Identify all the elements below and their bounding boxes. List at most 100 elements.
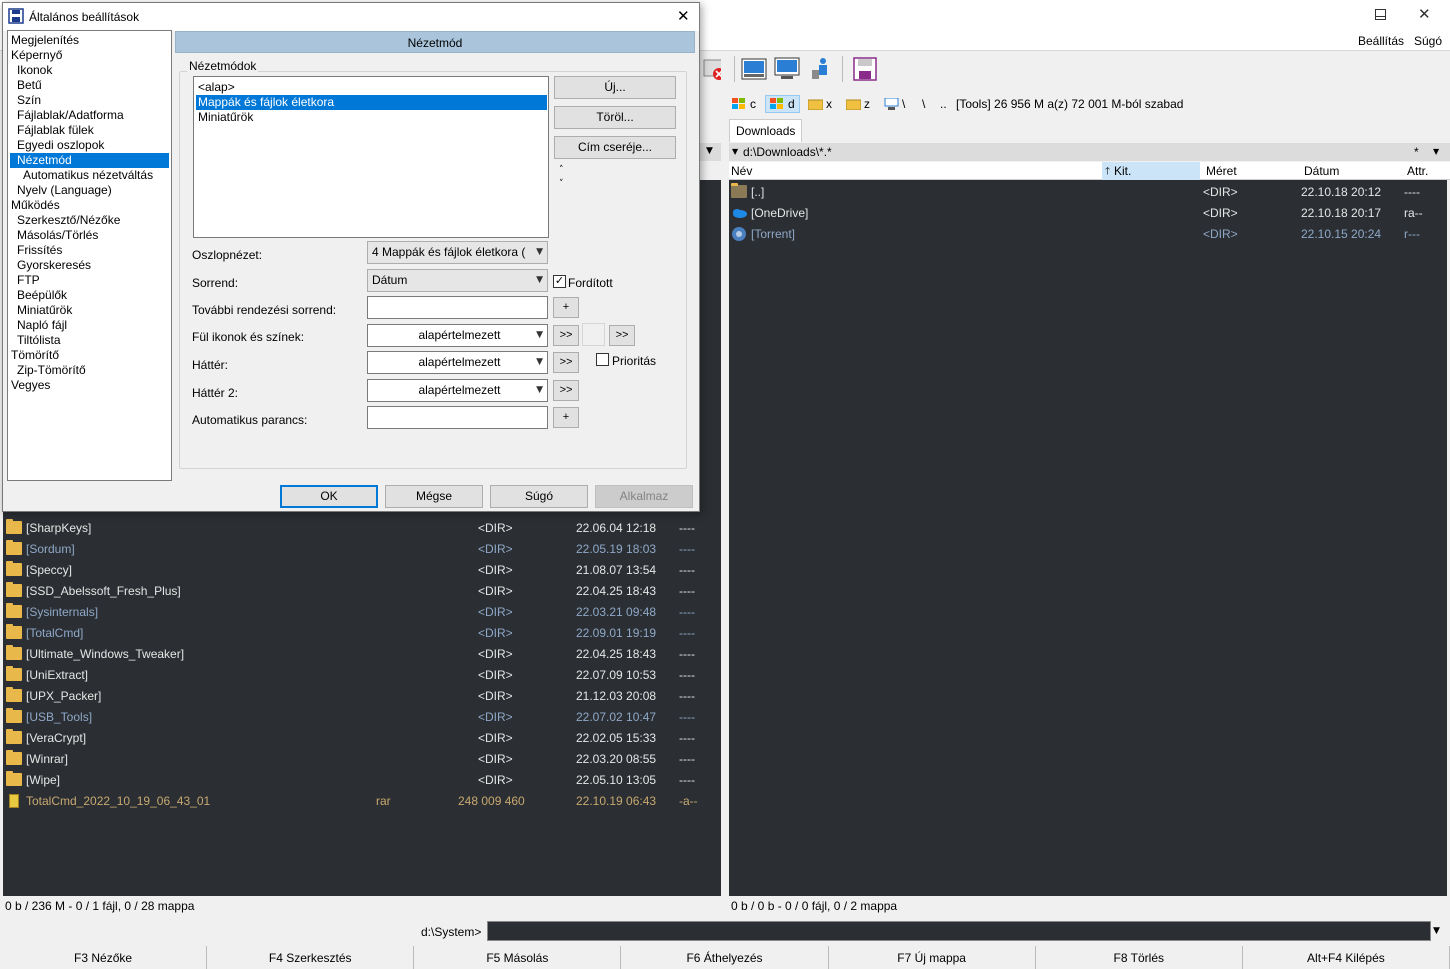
- table-row[interactable]: [Speccy] <DIR> 21.08.07 13:54 ----: [6, 559, 718, 580]
- apply-button[interactable]: Alkalmaz: [595, 485, 693, 508]
- table-row[interactable]: [Sordum] <DIR> 22.05.19 18:03 ----: [6, 538, 718, 559]
- col-ext[interactable]: Kit.: [1114, 164, 1131, 178]
- drive-z-button[interactable]: z: [846, 95, 870, 113]
- reverse-checkbox[interactable]: ✓: [553, 275, 566, 288]
- table-row[interactable]: [SSD_Abelssoft_Fresh_Plus] <DIR> 22.04.25 …: [6, 580, 718, 601]
- menu-help[interactable]: Súgó: [1414, 34, 1442, 48]
- fkey-button[interactable]: F5 Másolás: [414, 946, 622, 969]
- full-view-icon[interactable]: [774, 56, 800, 82]
- col-date[interactable]: Dátum: [1304, 164, 1339, 178]
- chevron-down-icon[interactable]: ▼: [732, 147, 738, 156]
- table-row[interactable]: [Wipe] <DIR> 22.05.10 13:05 ----: [6, 769, 718, 790]
- tree-item[interactable]: Nézetmód: [10, 153, 169, 168]
- drive-c-button[interactable]: c: [732, 95, 756, 113]
- tree-item[interactable]: Fájlablak fülek: [8, 123, 94, 138]
- fkey-button[interactable]: F4 Szerkesztés: [207, 946, 415, 969]
- move-up-icon[interactable]: ˄: [559, 164, 564, 176]
- fkey-button[interactable]: Alt+F4 Kilépés: [1243, 946, 1450, 969]
- tree-item[interactable]: Napló fájl: [8, 318, 67, 333]
- cancel-button[interactable]: Mégse: [385, 485, 483, 508]
- background2-more-button[interactable]: >>: [553, 380, 579, 401]
- col-name[interactable]: Név: [731, 164, 752, 178]
- table-row[interactable]: [SharpKeys] <DIR> 22.06.04 12:18 ----: [6, 517, 718, 538]
- list-item[interactable]: [..] <DIR> 22.10.18 20:12 ----: [731, 181, 1445, 202]
- table-row[interactable]: [Winrar] <DIR> 22.03.20 08:55 ----: [6, 748, 718, 769]
- table-row[interactable]: [UPX_Packer] <DIR> 21.12.03 20:08 ----: [6, 685, 718, 706]
- tree-item[interactable]: Egyedi oszlopok: [8, 138, 104, 153]
- tree-item[interactable]: Gyorskeresés: [8, 258, 91, 273]
- list-item[interactable]: [Torrent] <DIR> 22.10.15 20:24 r---: [731, 223, 1445, 244]
- table-row[interactable]: [Sysinternals] <DIR> 22.03.21 09:48 ----: [6, 601, 718, 622]
- tree-item[interactable]: Betű: [8, 78, 42, 93]
- save-icon[interactable]: [852, 56, 878, 82]
- tree-item[interactable]: Tiltólista: [8, 333, 61, 348]
- tree-item[interactable]: Megjelenítés: [8, 33, 79, 48]
- left-history-button[interactable]: ▼: [700, 143, 722, 161]
- table-row[interactable]: [UniExtract] <DIR> 22.07.09 10:53 ----: [6, 664, 718, 685]
- table-row[interactable]: [VeraCrypt] <DIR> 22.02.05 15:33 ----: [6, 727, 718, 748]
- move-down-icon[interactable]: ˅: [559, 178, 564, 190]
- tree-item[interactable]: Fájlablak/Adatforma: [8, 108, 124, 123]
- tab-icons-select[interactable]: alapértelmezett ▼: [367, 324, 548, 347]
- list-item-selected[interactable]: Mappák és fájlok életkora: [196, 95, 547, 110]
- tree-item[interactable]: Zip-Tömörítő: [8, 363, 86, 378]
- right-file-panel[interactable]: [729, 180, 1447, 896]
- rename-mode-button[interactable]: Cím cseréje...: [554, 136, 676, 159]
- command-input[interactable]: [487, 921, 1431, 941]
- table-row[interactable]: [Ultimate_Windows_Tweaker] <DIR> 22.04.25 …: [6, 643, 718, 664]
- root-button[interactable]: \: [922, 95, 925, 113]
- tree-item[interactable]: Frissítés: [8, 243, 62, 258]
- table-row[interactable]: [TotalCmd] <DIR> 22.09.01 19:19 ----: [6, 622, 718, 643]
- brief-view-icon[interactable]: [741, 56, 767, 82]
- drive-x-button[interactable]: x: [808, 95, 832, 113]
- settings-tree[interactable]: Megjelenítés Képernyő Ikonok Betű Szín Fájlab…: [7, 30, 172, 481]
- col-attr[interactable]: Attr.: [1407, 164, 1428, 178]
- help-button[interactable]: Súgó: [490, 485, 588, 508]
- column-view-select[interactable]: 4 Mappák és fájlok életkora (▼: [367, 241, 548, 264]
- tab-downloads[interactable]: Downloads: [729, 119, 803, 142]
- tree-item[interactable]: FTP: [8, 273, 40, 288]
- tree-item[interactable]: Automatikus nézetváltás: [8, 168, 153, 183]
- ok-button[interactable]: OK: [280, 485, 378, 508]
- auto-command-field[interactable]: [367, 406, 548, 429]
- recycle-user-icon[interactable]: [807, 56, 833, 82]
- tab-icons-more-button[interactable]: >>: [553, 325, 579, 346]
- right-path-bar[interactable]: [727, 143, 1450, 161]
- sort-select[interactable]: Dátum ▼: [367, 269, 548, 292]
- table-row[interactable]: TotalCmd_2022_10_19_06_43_01 rar 248 009 4…: [6, 790, 718, 811]
- add-sort-button[interactable]: +: [553, 297, 579, 318]
- fkey-button[interactable]: F7 Új mappa: [829, 946, 1036, 969]
- more-sort-field[interactable]: [367, 296, 548, 319]
- tree-item[interactable]: Ikonok: [8, 63, 52, 78]
- tree-item[interactable]: Beépülők: [8, 288, 67, 303]
- list-item[interactable]: [OneDrive] <DIR> 22.10.18 20:17 ra--: [731, 202, 1445, 223]
- new-mode-button[interactable]: Új...: [554, 76, 676, 99]
- add-command-button[interactable]: +: [553, 407, 579, 428]
- tree-item[interactable]: Működés: [8, 198, 60, 213]
- background-select[interactable]: alapértelmezett ▼: [367, 351, 548, 374]
- close-icon[interactable]: ✕: [677, 7, 690, 25]
- tree-item[interactable]: Képernyő: [8, 48, 62, 63]
- tab-color-swatch[interactable]: [582, 323, 605, 346]
- delete-mode-button[interactable]: Töröl...: [554, 106, 676, 129]
- chevron-down-icon[interactable]: ▼: [1433, 926, 1440, 936]
- tree-item[interactable]: Vegyes: [8, 378, 50, 393]
- tree-item[interactable]: Másolás/Törlés: [8, 228, 98, 243]
- priority-checkbox[interactable]: [596, 353, 609, 366]
- panel-splitter[interactable]: [721, 52, 729, 916]
- col-size[interactable]: Méret: [1206, 164, 1237, 178]
- background2-select[interactable]: alapértelmezett ▼: [367, 379, 548, 402]
- tree-item[interactable]: Miniatűrök: [8, 303, 72, 318]
- menu-settings[interactable]: Beállítás: [1358, 34, 1404, 48]
- list-item[interactable]: Miniatűrök: [196, 110, 547, 125]
- network-button[interactable]: \: [884, 95, 905, 113]
- maximize-icon[interactable]: [1375, 9, 1386, 20]
- tree-item[interactable]: Tömörítő: [8, 348, 59, 363]
- close-window-icon[interactable]: ✕: [1418, 5, 1431, 23]
- table-row[interactable]: [USB_Tools] <DIR> 22.07.02 10:47 ----: [6, 706, 718, 727]
- background-more-button[interactable]: >>: [553, 352, 579, 373]
- tree-item[interactable]: Szín: [8, 93, 41, 108]
- tab-color-more-button[interactable]: >>: [609, 325, 635, 346]
- fkey-button[interactable]: F3 Nézőke: [0, 946, 208, 969]
- fkey-button[interactable]: F6 Áthelyezés: [621, 946, 829, 969]
